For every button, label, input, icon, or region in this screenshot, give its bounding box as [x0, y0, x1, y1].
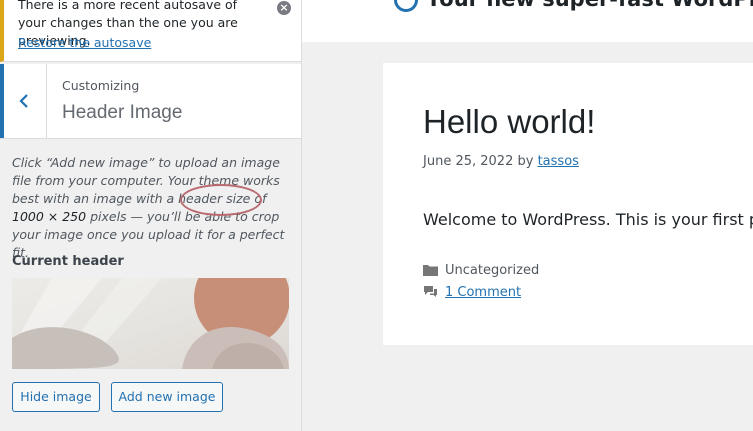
autosave-notice: There is a more recent autosave of your …: [0, 0, 301, 62]
folder-icon: [423, 265, 438, 276]
site-logo-icon: [394, 0, 418, 12]
back-button[interactable]: [0, 64, 47, 138]
dismiss-notice-icon[interactable]: ×: [277, 1, 291, 15]
post-category: Uncategorized: [423, 263, 539, 278]
post-category-label[interactable]: Uncategorized: [445, 263, 539, 278]
section-header: Customizing Header Image: [0, 64, 301, 139]
add-new-image-button[interactable]: Add new image: [111, 382, 223, 412]
customizer-sidebar: There is a more recent autosave of your …: [0, 0, 302, 431]
site-preview: Your new super-fast WordPress Hello worl…: [302, 0, 753, 431]
site-header: Your new super-fast WordPress: [302, 0, 753, 42]
restore-autosave-link[interactable]: Restore the autosave: [18, 35, 151, 50]
recommended-size: 1000 × 250: [12, 209, 87, 224]
post-by: by: [517, 154, 534, 169]
comments-link[interactable]: 1 Comment: [445, 285, 521, 300]
current-header-label: Current header: [12, 254, 124, 269]
current-header-image: [12, 278, 289, 369]
post-author-link[interactable]: tassos: [538, 154, 579, 169]
comment-icon: [424, 286, 437, 297]
header-image-thumbnail: [12, 278, 289, 369]
post-card: Hello world! June 25, 2022 by tassos Wel…: [383, 63, 753, 345]
post-title[interactable]: Hello world!: [423, 103, 595, 141]
hide-image-button[interactable]: Hide image: [12, 382, 100, 412]
customizing-label: Customizing: [62, 78, 140, 93]
post-excerpt: Welcome to WordPress. This is your first…: [423, 210, 753, 229]
description-text: Click “Add new image” to upload an image…: [12, 155, 280, 206]
chevron-left-icon: [19, 94, 28, 108]
section-title: Header Image: [62, 102, 183, 123]
post-meta: June 25, 2022 by tassos: [423, 154, 579, 169]
site-title[interactable]: Your new super-fast WordPress: [426, 0, 753, 11]
post-date: June 25, 2022: [423, 154, 514, 169]
header-image-description: Click “Add new image” to upload an image…: [12, 154, 294, 262]
post-comments: 1 Comment: [423, 285, 521, 300]
